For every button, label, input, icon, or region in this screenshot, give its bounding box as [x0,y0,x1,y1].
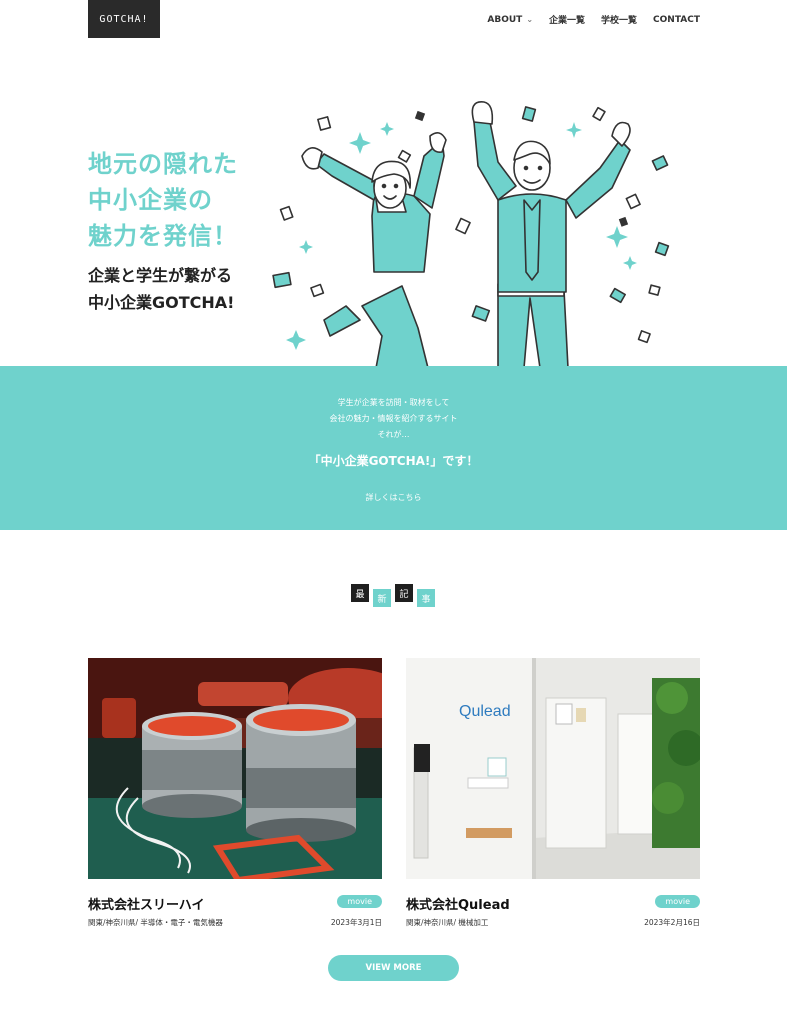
heading-char: 事 [417,589,435,607]
logo-sign-text: Qulead [459,703,511,720]
intro-band: 学生が企業を訪問・取材をして 会社の魅力・情報を紹介するサイト それが… 「中小… [0,366,787,530]
hero-sub-line: 中小企業GOTCHA! [88,293,235,312]
nav-item-schools[interactable]: 学校一覧 [601,13,637,26]
article-title[interactable]: 株式会社スリーハイ [88,894,204,913]
latest-articles-heading: 最 新 記 事 [351,584,435,607]
article-card[interactable]: 株式会社スリーハイ movie 関東/神奈川県/ 半導体・電子・電気機器 202… [88,658,382,927]
celebrating-people-illustration [272,101,670,368]
hero-sub-line: 企業と学生が繋がる [88,266,233,285]
heading-char: 新 [373,589,391,607]
site-logo[interactable]: GOTCHA! [88,0,160,38]
intro-line: それが… [377,430,410,439]
nav-item-companies[interactable]: 企業一覧 [549,13,585,26]
article-thumbnail-office-entrance[interactable]: Qulead [406,658,700,879]
article-card[interactable]: Qulead 株式会社Qulead movie 関東/神奈川県/ 機械加工 20… [406,658,700,927]
learn-more-link[interactable]: 詳しくはこちら [366,492,422,503]
heading-char: 最 [351,584,369,602]
article-category: 関東/神奈川県/ 半導体・電子・電気機器 [88,918,223,927]
article-thumbnail-heater-bands[interactable] [88,658,382,879]
heading-char: 記 [395,584,413,602]
nav-item-label: 学校一覧 [601,16,638,26]
intro-highlight: 「中小企業GOTCHA!」です！ [308,454,479,468]
hero-heading: 地元の隠れた 中小企業の 魅力を発信！ [88,146,238,254]
hero-heading-line: 中小企業の [88,186,213,214]
nav-item-contact[interactable]: CONTACT [653,13,700,26]
nav-item-label: CONTACT [653,14,700,25]
intro-line: 学生が企業を訪問・取材をして [337,398,450,407]
article-date: 2023年3月1日 [330,918,382,927]
chevron-down-icon: ⌄ [526,15,534,24]
view-more-button[interactable]: VIEW MORE [328,955,459,981]
article-category: 関東/神奈川県/ 機械加工 [406,918,489,927]
media-badge: movie [337,895,382,908]
nav-item-label: 企業一覧 [549,16,586,26]
nav-item-about[interactable]: ABOUT ⌄ [487,13,533,26]
nav-item-label: ABOUT [487,14,523,25]
article-date: 2023年2月16日 [644,918,700,927]
hero-heading-line: 魅力を発信！ [88,222,238,250]
article-title[interactable]: 株式会社Qulead [406,894,510,913]
intro-line: 会社の魅力・情報を紹介するサイト [329,414,458,423]
main-nav: ABOUT ⌄ 企業一覧 学校一覧 CONTACT [487,13,700,27]
hero-subheading: 企業と学生が繋がる 中小企業GOTCHA! [88,262,234,316]
hero-heading-line: 地元の隠れた [88,150,238,178]
media-badge: movie [655,895,700,908]
